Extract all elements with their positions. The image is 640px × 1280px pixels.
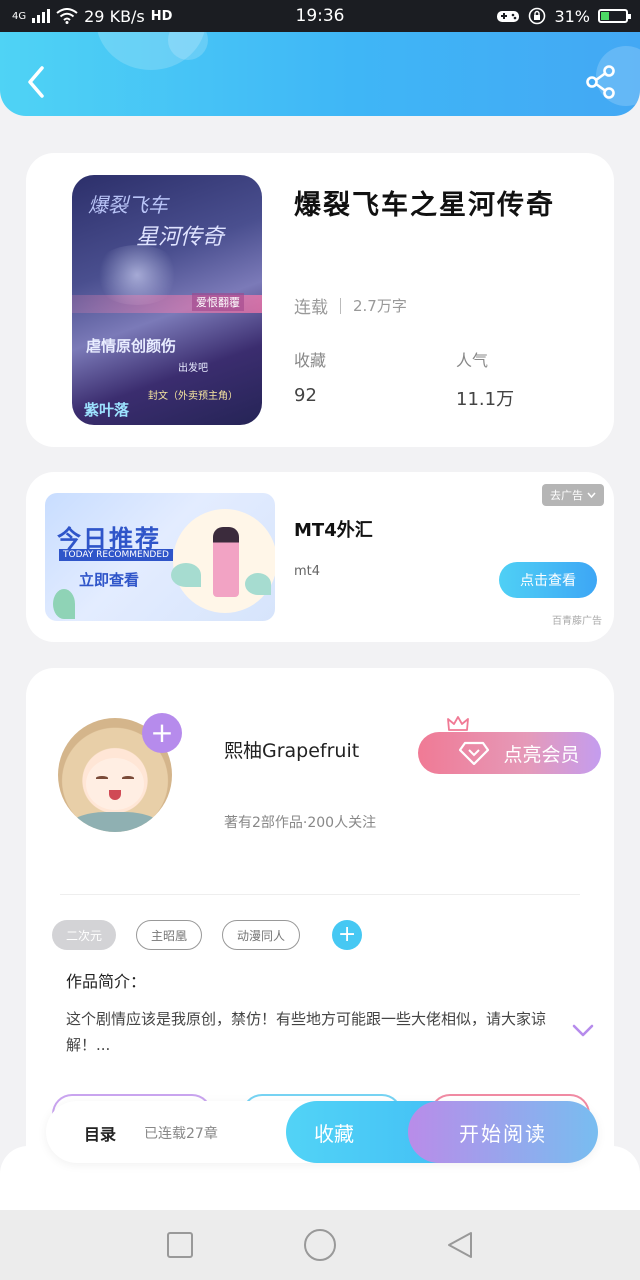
ad-illustration — [213, 527, 239, 597]
avatar-eye — [96, 776, 108, 780]
battery-percent: 31% — [554, 6, 590, 26]
ad-view-button[interactable]: 点击查看 — [499, 562, 597, 598]
intro-label: 作品简介： — [66, 972, 147, 991]
lock-rotation-icon — [529, 7, 546, 25]
popularity-label: 人气 — [456, 351, 489, 370]
gamepad-icon — [497, 11, 520, 22]
circle-icon — [304, 1229, 336, 1261]
cover-note: 封文（外卖预主角） — [148, 391, 238, 402]
add-tag-button[interactable]: + — [332, 920, 363, 950]
favorites-value: 92 — [294, 385, 317, 406]
cover-author-mark: 紫叶落 — [84, 401, 130, 419]
avatar-body — [68, 812, 162, 832]
ad-source: 百青藤广告 — [552, 616, 602, 627]
chevron-down-icon[interactable] — [572, 1024, 594, 1038]
ad-leaf — [171, 563, 201, 587]
network-speed: 29 KB/s — [84, 6, 145, 26]
network-label: 4G — [12, 10, 27, 22]
divider — [60, 894, 580, 895]
crown-icon — [447, 716, 469, 731]
chapter-count: 已连载27章 — [144, 1126, 218, 1142]
popularity-value: 11.1万 — [456, 389, 515, 410]
action-bar: 目录 已连载27章 收藏 开始阅读 — [46, 1101, 598, 1163]
ad-image-subtitle: TODAY RECOMMENDED — [59, 549, 173, 561]
ad-title[interactable]: MT4外汇 — [294, 516, 373, 542]
remove-ad-label: 去广告 — [550, 489, 583, 502]
word-count: 2.7万字 — [353, 297, 407, 315]
ad-card: 今日推荐 TODAY RECOMMENDED 立即查看 MT4外汇 mt4 去广… — [26, 472, 614, 642]
follow-button[interactable]: + — [142, 713, 182, 753]
popularity-stat: 人气 11.1万 — [456, 347, 514, 411]
signal-icon — [32, 9, 51, 23]
cover-title-line1: 爆裂飞车 — [88, 193, 168, 217]
tag-item[interactable]: 二次元 — [52, 920, 117, 950]
recent-apps-button[interactable] — [160, 1225, 200, 1265]
top-header: 4G 29 KB/s HD 19:36 31% — [0, 0, 640, 116]
avatar-eye — [122, 776, 134, 780]
cover-tag: 爱恨翻覆 — [192, 293, 244, 311]
vip-button[interactable]: 点亮会员 — [418, 732, 601, 774]
book-cover[interactable]: 爆裂飞车 星河传奇 爱恨翻覆 虐情原创颜伤 出发吧 封文（外卖预主角） 紫叶落 — [72, 175, 262, 425]
ad-leaf — [53, 589, 75, 619]
start-reading-button[interactable]: 开始阅读 — [408, 1101, 598, 1163]
back-button[interactable] — [20, 62, 56, 102]
cover-tagline: 虐情原创颜伤 — [86, 337, 177, 355]
book-title: 爆裂飞车之星河传奇 — [294, 190, 555, 221]
intro-text: 这个剧情应该是我原创，禁仿！有些地方可能跟一些大佬相似，请大家谅解！... — [66, 1010, 547, 1054]
system-back-button[interactable] — [440, 1225, 480, 1265]
vip-label: 点亮会员 — [503, 743, 580, 766]
ad-description: mt4 — [294, 564, 321, 579]
favorites-stat: 收藏 92 — [294, 347, 326, 406]
hd-badge: HD — [150, 8, 173, 24]
tag-list: 二次元 主昭凰 动漫同人 + — [52, 920, 363, 950]
cover-subline: 出发吧 — [178, 363, 208, 374]
battery-icon — [598, 9, 631, 23]
avatar-face — [86, 758, 144, 810]
remove-ad-button[interactable]: 去广告 — [542, 484, 604, 506]
divider — [340, 297, 341, 314]
serial-status: 连载 — [294, 298, 328, 318]
toc-button[interactable]: 目录 — [84, 1121, 116, 1145]
author-info: 著有2部作品·200人关注 — [224, 815, 377, 831]
author-name[interactable]: 熙柚Grapefruit — [224, 736, 359, 763]
favorites-label: 收藏 — [294, 351, 327, 370]
ad-image-cta: 立即查看 — [79, 571, 140, 589]
tag-item[interactable]: 动漫同人 — [222, 920, 301, 950]
ad-image[interactable]: 今日推荐 TODAY RECOMMENDED 立即查看 — [45, 493, 275, 621]
chevron-down-icon — [587, 492, 596, 498]
system-nav-bar — [0, 1210, 640, 1280]
book-info-card: 爆裂飞车 星河传奇 爱恨翻覆 虐情原创颜伤 出发吧 封文（外卖预主角） 紫叶落 … — [26, 153, 614, 447]
status-bar: 4G 29 KB/s HD 19:36 31% — [0, 0, 640, 32]
ad-leaf — [245, 573, 271, 595]
wifi-icon — [56, 8, 78, 24]
share-button[interactable] — [584, 64, 618, 100]
triangle-back-icon — [448, 1232, 472, 1258]
book-status-row: 连载 2.7万字 — [294, 293, 407, 318]
square-icon — [167, 1232, 193, 1258]
home-button[interactable] — [300, 1225, 340, 1265]
diamond-icon — [459, 741, 490, 765]
tag-item[interactable]: 主昭凰 — [136, 920, 203, 950]
